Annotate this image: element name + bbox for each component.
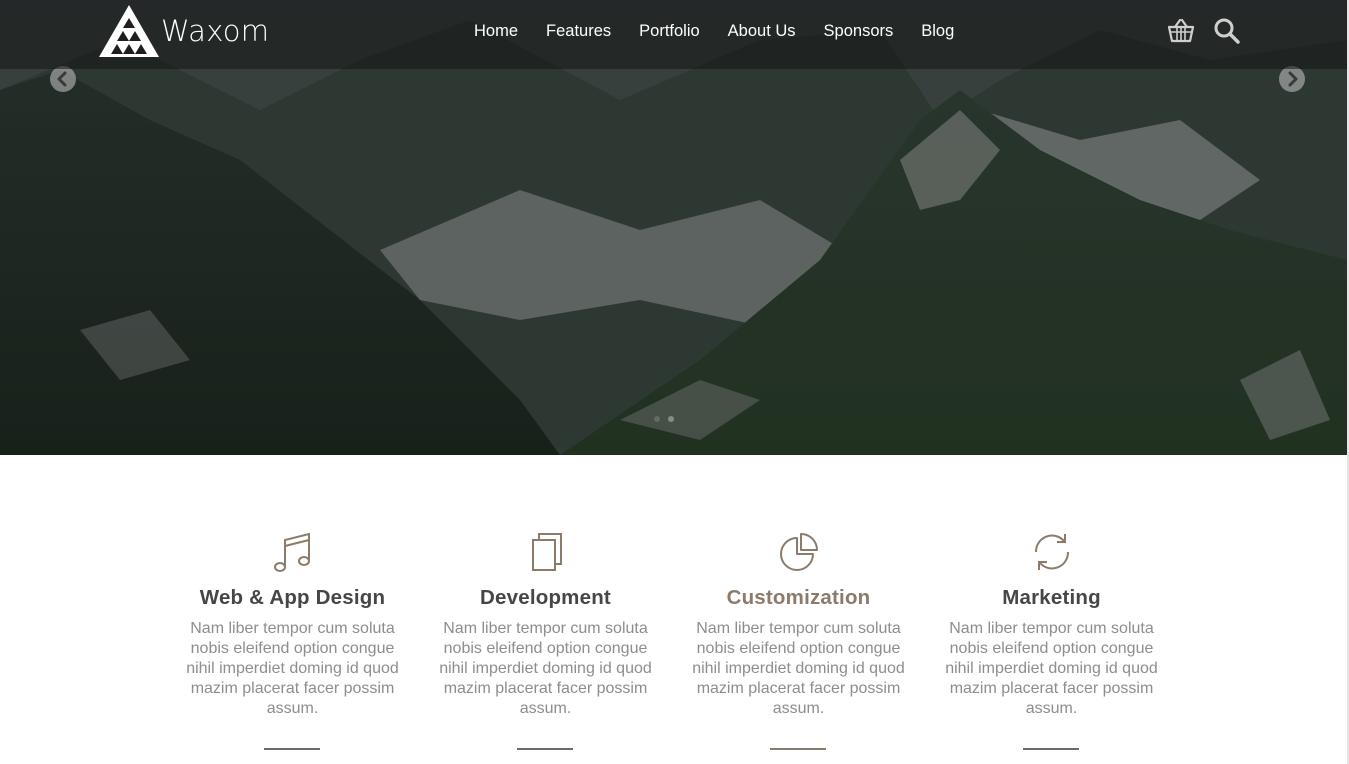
nav-item-sponsors[interactable]: Sponsors (824, 22, 894, 41)
service-divider (1023, 748, 1079, 750)
slider-dot-active[interactable] (668, 416, 674, 422)
triangle-mosaic-logo-icon (99, 5, 159, 57)
service-divider (770, 748, 826, 750)
nav-item-about-us[interactable]: About Us (728, 22, 796, 41)
service-divider (264, 748, 320, 750)
service-card-customization: Customization Nam liber tempor cum solut… (672, 530, 925, 764)
chevron-right-icon (1288, 71, 1298, 87)
slider-dot[interactable] (654, 416, 660, 422)
nav-item-features[interactable]: Features (546, 22, 611, 41)
service-description: Nam liber tempor cum soluta nobis eleife… (692, 620, 905, 717)
music-note-icon (273, 532, 310, 572)
service-title: Customization (726, 586, 871, 609)
service-description: Nam liber tempor cum soluta nobis eleife… (186, 620, 399, 717)
service-description: Nam liber tempor cum soluta nobis eleife… (439, 620, 652, 717)
refresh-cycle-icon (1034, 534, 1069, 570)
service-card-development: Development Nam liber tempor cum soluta … (419, 530, 672, 764)
nav-item-home[interactable]: Home (474, 22, 518, 41)
service-description: Nam liber tempor cum soluta nobis eleife… (945, 620, 1158, 717)
brand-name: Waxom (161, 14, 270, 48)
nav-item-blog[interactable]: Blog (921, 22, 954, 41)
chevron-left-icon (57, 71, 67, 87)
pie-chart-icon (779, 533, 818, 571)
slider-next-button[interactable] (1279, 66, 1305, 92)
main-nav: Home Features Portfolio About Us Sponsor… (474, 22, 982, 41)
service-divider (517, 748, 573, 750)
service-title: Development (480, 586, 611, 609)
copy-pages-icon (531, 533, 562, 571)
brand-logo[interactable]: Waxom (99, 5, 269, 57)
basket-icon[interactable] (1168, 19, 1194, 43)
slider-prev-button[interactable] (50, 66, 76, 92)
service-card-marketing: Marketing Nam liber tempor cum soluta no… (925, 530, 1178, 764)
services-section: Web & App Design Nam liber tempor cum so… (166, 530, 1178, 764)
top-navbar: Waxom Home Features Portfolio About Us S… (0, 0, 1347, 69)
service-title: Web & App Design (199, 586, 386, 609)
search-icon[interactable] (1213, 17, 1240, 44)
slider-pagination (654, 416, 674, 422)
nav-item-portfolio[interactable]: Portfolio (639, 22, 700, 41)
service-title: Marketing (1002, 586, 1101, 609)
service-card-web-app-design: Web & App Design Nam liber tempor cum so… (166, 530, 419, 764)
